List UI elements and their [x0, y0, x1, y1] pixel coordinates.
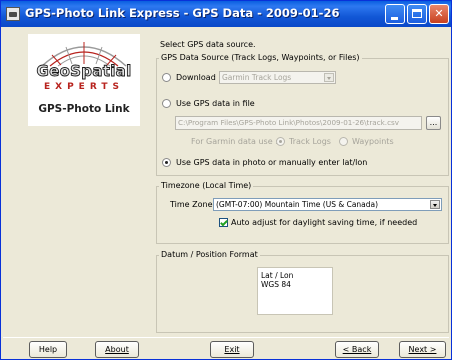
waypoints-radio[interactable]	[339, 137, 348, 146]
gps-data-window: GPS-Photo Link Express - GPS Data - 2009…	[0, 0, 452, 360]
download-label: Download	[176, 73, 216, 82]
app-icon[interactable]	[6, 7, 20, 21]
time-zone-value: (GMT-07:00) Mountain Time (US & Canada)	[216, 200, 379, 209]
time-zone-combo[interactable]: (GMT-07:00) Mountain Time (US & Canada)	[213, 198, 442, 211]
maximize-icon	[412, 9, 422, 18]
logo-brand-subtitle: EXPERTS	[44, 82, 124, 92]
geospatial-experts-logo: GeoSpatial EXPERTS GPS-Photo Link	[28, 34, 140, 126]
datum-name: WGS 84	[261, 280, 291, 289]
file-path-value: C:\Program Files\GPS-Photo Link\Photos\2…	[178, 118, 400, 127]
logo-brand-name: GeoSpatial	[36, 62, 132, 81]
footer-separator	[3, 337, 449, 338]
timezone-group	[156, 186, 449, 244]
download-radio[interactable]	[162, 73, 171, 82]
back-button[interactable]: < Back	[335, 341, 379, 358]
browse-file-button[interactable]: ...	[426, 116, 441, 130]
photo-data-radio[interactable]	[162, 158, 171, 167]
minimize-button[interactable]	[385, 4, 405, 24]
photo-data-label: Use GPS data in photo or manually enter …	[176, 158, 368, 167]
track-logs-radio[interactable]	[276, 137, 285, 146]
minimize-icon	[391, 17, 398, 20]
exit-button[interactable]: Exit	[210, 341, 254, 358]
datum-format: Lat / Lon	[261, 271, 294, 280]
download-source-value: Garmin Track Logs	[222, 73, 292, 82]
datum-group-label: Datum / Position Format	[159, 250, 260, 259]
logo-product-name: GPS-Photo Link	[38, 103, 130, 115]
timezone-group-label: Timezone (Local Time)	[159, 181, 254, 190]
help-button[interactable]: Help	[29, 341, 67, 358]
maximize-button[interactable]	[407, 4, 427, 24]
file-path-field[interactable]: C:\Program Files\GPS-Photo Link\Photos\2…	[175, 116, 422, 130]
use-file-radio[interactable]	[162, 99, 171, 108]
gps-source-group-label: GPS Data Source (Track Logs, Waypoints, …	[159, 53, 362, 62]
window-title: GPS-Photo Link Express - GPS Data - 2009…	[25, 6, 340, 20]
auto-adjust-checkbox[interactable]	[219, 218, 228, 227]
use-file-label: Use GPS data in file	[176, 99, 255, 108]
chevron-down-icon[interactable]	[430, 200, 440, 209]
datum-list[interactable]: Lat / Lon WGS 84	[257, 267, 333, 315]
download-source-combo[interactable]: Garmin Track Logs	[219, 71, 336, 84]
time-zone-label: Time Zone	[170, 200, 213, 209]
source-prompt: Select GPS data source.	[160, 40, 256, 49]
garmin-use-label: For Garmin data use :	[191, 137, 278, 146]
title-bar[interactable]: GPS-Photo Link Express - GPS Data - 2009…	[1, 1, 451, 27]
close-icon: ✕	[434, 7, 444, 20]
chevron-down-icon[interactable]	[324, 73, 334, 82]
about-button[interactable]: About	[95, 341, 139, 358]
track-logs-label: Track Logs	[289, 137, 331, 146]
close-button[interactable]: ✕	[429, 4, 449, 24]
auto-adjust-label: Auto adjust for daylight saving time, if…	[231, 218, 418, 227]
waypoints-label: Waypoints	[352, 137, 394, 146]
next-button[interactable]: Next >	[399, 341, 446, 358]
